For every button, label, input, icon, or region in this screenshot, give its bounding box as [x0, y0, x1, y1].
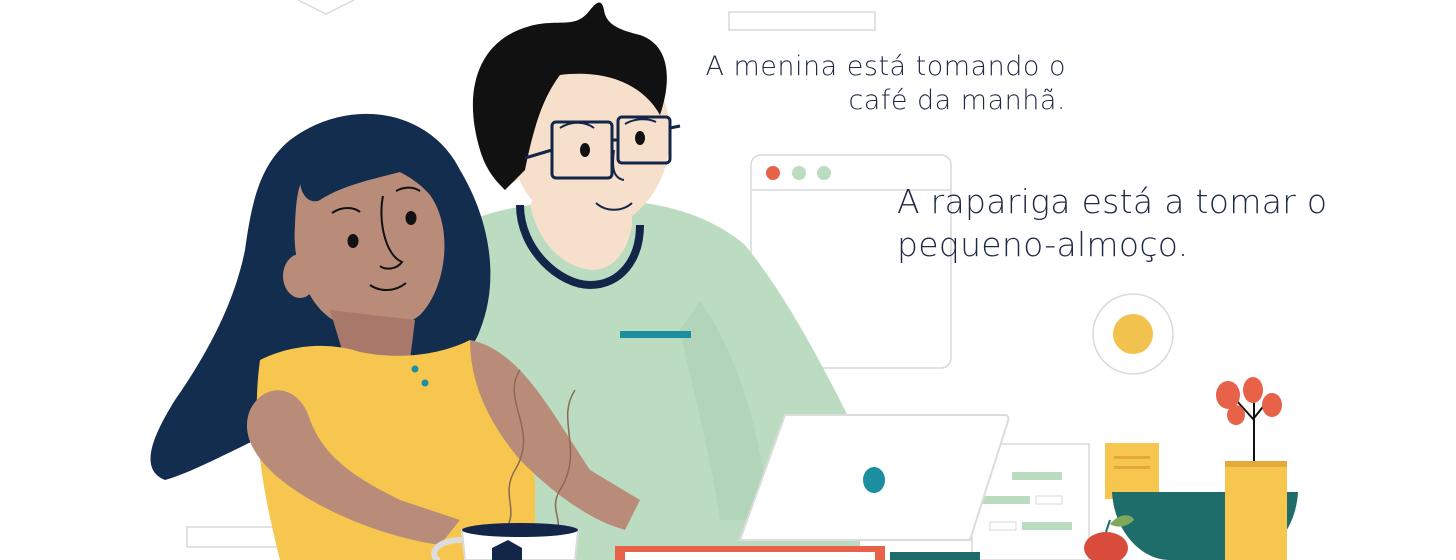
sticky-note	[1105, 443, 1159, 499]
caption-european-line-2: pequeno-almoço.	[897, 225, 1189, 264]
apple-icon	[1084, 515, 1134, 560]
laptop-logo-icon	[863, 467, 885, 493]
laptop	[738, 414, 1010, 541]
desk-notebook	[615, 546, 980, 560]
caption-european-portuguese: A rapariga está a tomar o pequeno-almoço…	[897, 180, 1327, 266]
caption-brazilian-line-1: A menina está tomando o	[705, 51, 1066, 82]
caption-brazilian-portuguese: A menina está tomando o café da manhã.	[705, 50, 1066, 118]
coin-icon	[1092, 293, 1174, 375]
caption-european-line-1: A rapariga está a tomar o	[897, 182, 1328, 221]
caption-brazilian-line-2: café da manhã.	[848, 85, 1066, 116]
plant-icon	[1216, 377, 1287, 560]
